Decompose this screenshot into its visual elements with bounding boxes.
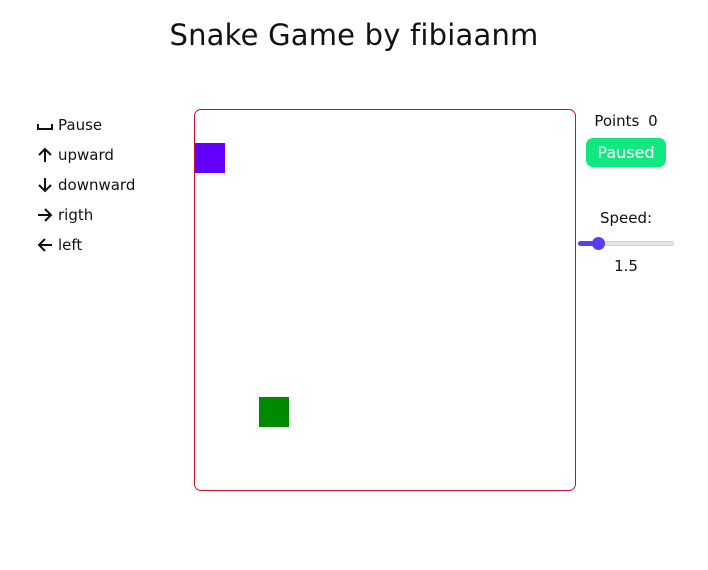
control-down-label: downward — [58, 176, 136, 194]
controls-legend: Pause upward downward rigth left — [36, 110, 186, 260]
pause-status-button[interactable]: Paused — [586, 138, 666, 167]
control-pause: Pause — [36, 110, 186, 140]
arrow-right-icon — [36, 205, 56, 225]
page-title: Snake Game by fibiaanm — [169, 18, 539, 52]
arrow-up-icon — [36, 145, 56, 165]
points-display: Points 0 — [578, 110, 674, 132]
space-bar-icon — [36, 115, 56, 135]
control-left: left — [36, 230, 186, 260]
control-up-label: upward — [58, 146, 114, 164]
control-right-label: rigth — [58, 206, 94, 224]
control-down: downward — [36, 170, 186, 200]
control-up: upward — [36, 140, 186, 170]
status-panel: Points 0 Paused Speed: 1.5 — [578, 110, 674, 275]
points-value: 0 — [648, 112, 658, 130]
control-pause-label: Pause — [58, 116, 103, 134]
arrow-left-icon — [36, 235, 56, 255]
speed-slider[interactable] — [578, 237, 674, 251]
speed-slider-thumb[interactable] — [592, 237, 605, 250]
arrow-down-icon — [36, 175, 56, 195]
page: Snake Game by fibiaanm Pause upward down… — [0, 0, 708, 570]
points-label: Points — [594, 112, 645, 130]
speed-label: Speed: — [599, 209, 653, 227]
snake-segment — [195, 143, 225, 173]
control-right: rigth — [36, 200, 186, 230]
game-board[interactable] — [194, 109, 576, 491]
speed-value: 1.5 — [614, 257, 638, 275]
food-item — [259, 397, 289, 427]
control-left-label: left — [58, 236, 83, 254]
